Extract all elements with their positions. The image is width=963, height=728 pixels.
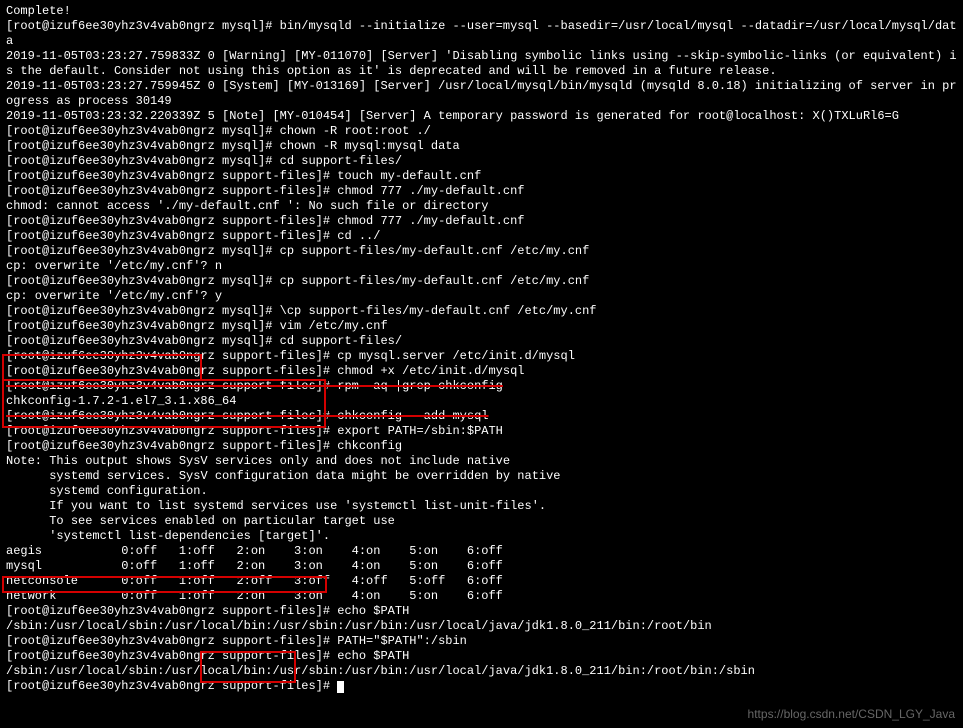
terminal-line: [root@izuf6ee30yhz3v4vab0ngrz support-fi… <box>6 349 957 364</box>
terminal-line: [root@izuf6ee30yhz3v4vab0ngrz support-fi… <box>6 169 957 184</box>
terminal-line: [root@izuf6ee30yhz3v4vab0ngrz support-fi… <box>6 409 957 424</box>
terminal-line: [root@izuf6ee30yhz3v4vab0ngrz mysql]# cd… <box>6 334 957 349</box>
terminal-line: [root@izuf6ee30yhz3v4vab0ngrz mysql]# vi… <box>6 319 957 334</box>
terminal-line: aegis 0:off 1:off 2:on 3:on 4:on 5:on 6:… <box>6 544 957 559</box>
terminal-line: [root@izuf6ee30yhz3v4vab0ngrz support-fi… <box>6 634 957 649</box>
terminal-line: systemd configuration. <box>6 484 957 499</box>
terminal-line: chmod: cannot access './my-default.cnf '… <box>6 199 957 214</box>
terminal-line: [root@izuf6ee30yhz3v4vab0ngrz support-fi… <box>6 679 957 694</box>
terminal-line: If you want to list systemd services use… <box>6 499 957 514</box>
terminal-line: chkconfig-1.7.2-1.el7_3.1.x86_64 <box>6 394 957 409</box>
terminal-output[interactable]: Complete![root@izuf6ee30yhz3v4vab0ngrz m… <box>0 0 963 700</box>
terminal-line: 2019-11-05T03:23:32.220339Z 5 [Note] [MY… <box>6 109 957 124</box>
terminal-line: /sbin:/usr/local/sbin:/usr/local/bin:/us… <box>6 619 957 634</box>
terminal-line: [root@izuf6ee30yhz3v4vab0ngrz mysql]# cp… <box>6 244 957 259</box>
terminal-line: cp: overwrite '/etc/my.cnf'? n <box>6 259 957 274</box>
terminal-line: systemd services. SysV configuration dat… <box>6 469 957 484</box>
terminal-line: Note: This output shows SysV services on… <box>6 454 957 469</box>
terminal-line: /sbin:/usr/local/sbin:/usr/local/bin:/us… <box>6 664 957 679</box>
terminal-line: 'systemctl list-dependencies [target]'. <box>6 529 957 544</box>
terminal-line: [root@izuf6ee30yhz3v4vab0ngrz support-fi… <box>6 439 957 454</box>
terminal-line: mysql 0:off 1:off 2:on 3:on 4:on 5:on 6:… <box>6 559 957 574</box>
terminal-line: [root@izuf6ee30yhz3v4vab0ngrz mysql]# cd… <box>6 154 957 169</box>
watermark-text: https://blog.csdn.net/CSDN_LGY_Java <box>748 707 955 722</box>
terminal-line: [root@izuf6ee30yhz3v4vab0ngrz support-fi… <box>6 184 957 199</box>
terminal-line: [root@izuf6ee30yhz3v4vab0ngrz mysql]# ch… <box>6 124 957 139</box>
terminal-line: [root@izuf6ee30yhz3v4vab0ngrz mysql]# \c… <box>6 304 957 319</box>
terminal-line: [root@izuf6ee30yhz3v4vab0ngrz support-fi… <box>6 214 957 229</box>
terminal-line: [root@izuf6ee30yhz3v4vab0ngrz support-fi… <box>6 364 957 379</box>
cursor <box>337 681 344 693</box>
terminal-line: [root@izuf6ee30yhz3v4vab0ngrz support-fi… <box>6 424 957 439</box>
terminal-line: netconsole 0:off 1:off 2:off 3:off 4:off… <box>6 574 957 589</box>
terminal-line: cp: overwrite '/etc/my.cnf'? y <box>6 289 957 304</box>
terminal-line: [root@izuf6ee30yhz3v4vab0ngrz support-fi… <box>6 229 957 244</box>
terminal-line: 2019-11-05T03:23:27.759833Z 0 [Warning] … <box>6 49 957 79</box>
terminal-line: [root@izuf6ee30yhz3v4vab0ngrz support-fi… <box>6 649 957 664</box>
terminal-line: [root@izuf6ee30yhz3v4vab0ngrz mysql]# ch… <box>6 139 957 154</box>
terminal-line: [root@izuf6ee30yhz3v4vab0ngrz support-fi… <box>6 379 957 394</box>
terminal-line: [root@izuf6ee30yhz3v4vab0ngrz mysql]# cp… <box>6 274 957 289</box>
terminal-line: 2019-11-05T03:23:27.759945Z 0 [System] [… <box>6 79 957 109</box>
terminal-line: [root@izuf6ee30yhz3v4vab0ngrz mysql]# bi… <box>6 19 957 49</box>
terminal-line: network 0:off 1:off 2:on 3:on 4:on 5:on … <box>6 589 957 604</box>
terminal-line: [root@izuf6ee30yhz3v4vab0ngrz support-fi… <box>6 604 957 619</box>
terminal-line: To see services enabled on particular ta… <box>6 514 957 529</box>
terminal-line: Complete! <box>6 4 957 19</box>
